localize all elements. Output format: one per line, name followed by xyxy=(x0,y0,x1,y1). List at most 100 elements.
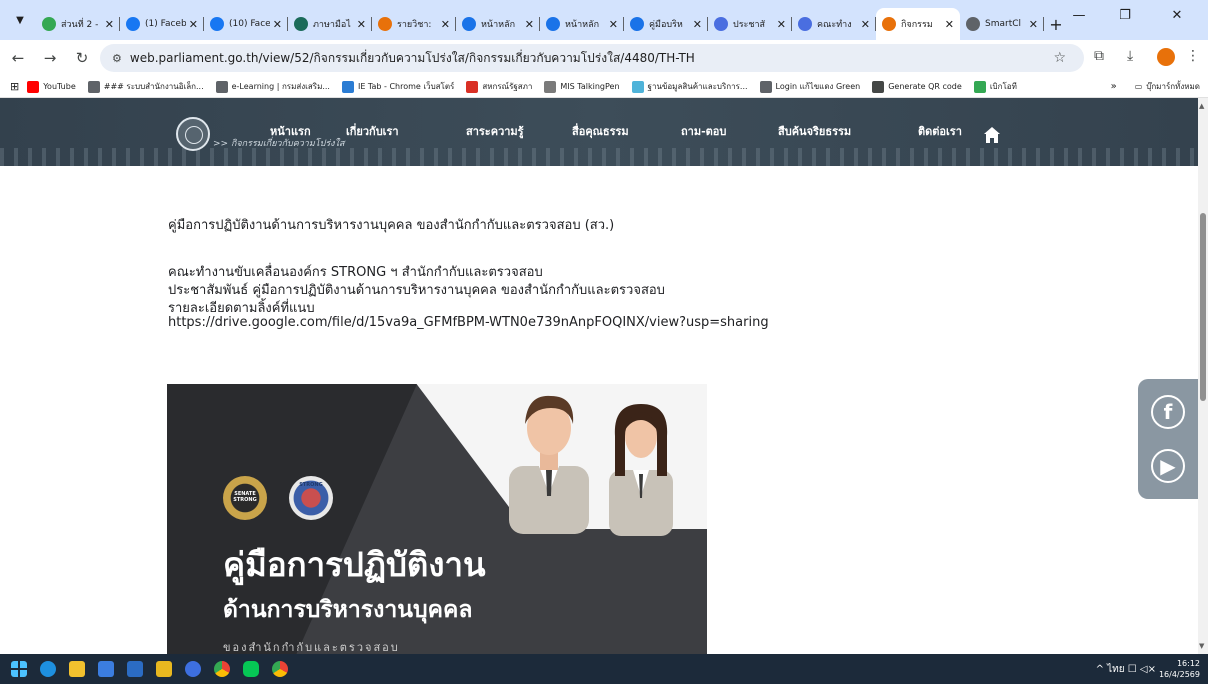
browser-tab[interactable]: ส่วนที่ 2 - ✕ xyxy=(36,8,120,40)
tab-close-icon[interactable]: ✕ xyxy=(441,18,450,31)
tab-close-icon[interactable]: ✕ xyxy=(189,18,198,31)
browser-tab[interactable]: (10) Face ✕ xyxy=(204,8,288,40)
profile-avatar[interactable] xyxy=(1157,48,1175,66)
article-link[interactable]: https://drive.google.com/file/d/15va9a_G… xyxy=(168,315,769,330)
nav-home[interactable]: หน้าแรก xyxy=(270,122,311,140)
nav-contact[interactable]: ติดต่อเรา xyxy=(918,122,962,140)
nav-ethics-search[interactable]: สืบค้นจริยธรรม xyxy=(778,122,851,140)
chrome-icon[interactable] xyxy=(214,661,230,677)
tab-close-icon[interactable]: ✕ xyxy=(777,18,786,31)
edge-icon[interactable] xyxy=(40,661,56,677)
home-icon[interactable] xyxy=(983,126,1001,144)
bookmark-star-icon[interactable]: ☆ xyxy=(1053,50,1066,66)
meet-icon[interactable] xyxy=(185,661,201,677)
tab-close-icon[interactable]: ✕ xyxy=(945,18,954,31)
parliament-seal-logo[interactable] xyxy=(176,117,210,151)
nav-ethics-media[interactable]: สื่อคุณธรรม xyxy=(572,122,629,140)
bookmark-item[interactable]: ฐานข้อมูลสินค้าและบริการ... xyxy=(631,80,748,93)
menu-dots-icon[interactable]: ⋮ xyxy=(1186,48,1200,64)
bookmark-label: Generate QR code xyxy=(888,82,962,91)
facebook-icon[interactable]: f xyxy=(1151,395,1185,429)
browser-tab[interactable]: หน้าหลัก ✕ xyxy=(456,8,540,40)
bookmark-item[interactable]: เบิกโอที xyxy=(973,80,1017,93)
tab-title: รายวิชา: xyxy=(397,20,432,30)
senate-strong-badge-text: SENATE STRONG xyxy=(233,491,257,503)
word-icon[interactable] xyxy=(127,661,143,677)
clock[interactable]: 16:12 16/4/2569 xyxy=(1159,658,1200,680)
tab-title: หน้าหลัก xyxy=(481,20,516,30)
scroll-down-icon[interactable]: ▼ xyxy=(1199,642,1204,650)
tab-favicon-icon xyxy=(546,17,560,31)
tab-favicon-icon xyxy=(714,17,728,31)
page-scrollbar[interactable]: ▲ ▼ xyxy=(1198,98,1208,654)
reload-icon[interactable]: ↻ xyxy=(68,49,96,67)
nav-knowledge[interactable]: สาระความรู้ xyxy=(466,122,524,140)
address-bar[interactable]: ⚙ web.parliament.go.th/view/52/กิจกรรมเก… xyxy=(100,44,1084,72)
browser-tab[interactable]: SmartCl ✕ xyxy=(960,8,1044,40)
line-icon[interactable] xyxy=(243,661,259,677)
chrome-profile-icon[interactable] xyxy=(272,661,288,677)
tab-close-icon[interactable]: ✕ xyxy=(861,18,870,31)
bookmark-item[interactable]: สหกรณ์รัฐสภา xyxy=(466,80,532,93)
tab-close-icon[interactable]: ✕ xyxy=(105,18,114,31)
tab-close-icon[interactable]: ✕ xyxy=(693,18,702,31)
bookmark-item[interactable]: Generate QR code xyxy=(872,80,962,93)
extensions-icon[interactable]: ⧉ xyxy=(1094,48,1104,64)
tab-close-icon[interactable]: ✕ xyxy=(525,18,534,31)
youtube-icon[interactable]: ▶ xyxy=(1151,449,1185,483)
windows-start-icon[interactable] xyxy=(11,661,27,677)
tab-favicon-icon xyxy=(798,17,812,31)
browser-tab[interactable]: (1) Faceb ✕ xyxy=(120,8,204,40)
tab-favicon-icon xyxy=(462,17,476,31)
browser-tab[interactable]: คณะทำง ✕ xyxy=(792,8,876,40)
browser-tab[interactable]: ภาษามือไ ✕ xyxy=(288,8,372,40)
folder-app-icon[interactable] xyxy=(156,661,172,677)
strong-badge: STRONG xyxy=(289,476,333,520)
apps-grid-icon[interactable]: ⊞ xyxy=(10,80,19,93)
bookmark-list: YouTube ### ระบบสำนักงานอิเล็ก... e-Learni… xyxy=(27,80,1029,93)
restore-icon[interactable]: ❐ xyxy=(1110,8,1140,23)
tab-favicon-icon xyxy=(126,17,140,31)
browser-tab[interactable]: กิจกรรม ✕ xyxy=(876,8,960,40)
bookmark-item[interactable]: Login แก้ไขแดง Green xyxy=(759,80,861,93)
bookmark-item[interactable]: YouTube xyxy=(27,80,76,93)
browser-tab[interactable]: รายวิชา: ✕ xyxy=(372,8,456,40)
scroll-up-icon[interactable]: ▲ xyxy=(1199,102,1204,110)
download-icon[interactable]: ⤓ xyxy=(1127,48,1133,64)
tab-favicon-icon xyxy=(42,17,56,31)
strong-badge-text: STRONG xyxy=(299,482,323,488)
browser-tab[interactable]: ประชาสั ✕ xyxy=(708,8,792,40)
tab-title: (10) Face xyxy=(229,19,270,29)
tab-close-icon[interactable]: ✕ xyxy=(609,18,618,31)
site-info-icon[interactable]: ⚙ xyxy=(112,52,122,65)
all-bookmarks-button[interactable]: บุ๊กมาร์กทั้งหมด xyxy=(1146,80,1200,93)
tab-close-icon[interactable]: ✕ xyxy=(357,18,366,31)
bookmark-label: Login แก้ไขแดง Green xyxy=(775,82,861,91)
nav-faq[interactable]: ถาม-ตอบ xyxy=(681,122,726,140)
browser-tab[interactable]: หน้าหลัก ✕ xyxy=(540,8,624,40)
back-icon[interactable]: ← xyxy=(4,49,32,67)
tab-search-menu[interactable]: ▼ xyxy=(6,6,34,34)
clock-date: 16/4/2569 xyxy=(1158,670,1200,679)
tab-title: ประชาสั xyxy=(733,20,766,30)
file-explorer-icon[interactable] xyxy=(69,661,85,677)
woman-illustration xyxy=(609,404,673,536)
minimize-icon[interactable]: — xyxy=(1064,8,1094,23)
tab-close-icon[interactable]: ✕ xyxy=(1029,18,1038,31)
forward-icon[interactable]: → xyxy=(36,49,64,67)
tab-close-icon[interactable]: ✕ xyxy=(273,18,282,31)
bookmarks-bar: ⊞ YouTube ### ระบบสำนักงานอิเล็ก... e-Lear… xyxy=(0,76,1208,98)
bookmarks-more-button[interactable]: » xyxy=(1111,81,1117,92)
bookmark-item[interactable]: ### ระบบสำนักงานอิเล็ก... xyxy=(87,80,204,93)
social-panel: f ▶ xyxy=(1138,379,1198,499)
system-tray[interactable]: ^ ไทย ☐ ◁× xyxy=(1096,662,1156,677)
close-window-icon[interactable]: ✕ xyxy=(1162,8,1192,23)
bookmark-item[interactable]: IE Tab - Chrome เว็บสโตร์ xyxy=(341,80,454,93)
bookmark-item[interactable]: MIS TalkingPen xyxy=(544,80,620,93)
browser-tab[interactable]: คู่มือบริห ✕ xyxy=(624,8,708,40)
bookmark-item[interactable]: e-Learning | กรมส่งเสริม... xyxy=(215,80,330,93)
notes-icon[interactable] xyxy=(98,661,114,677)
nav-about[interactable]: เกี่ยวกับเรา xyxy=(346,122,399,140)
manual-poster-image[interactable]: SENATE STRONG STRONG คู่มือการปฏิบัติงาน… xyxy=(167,384,707,654)
scroll-thumb[interactable] xyxy=(1200,213,1206,401)
